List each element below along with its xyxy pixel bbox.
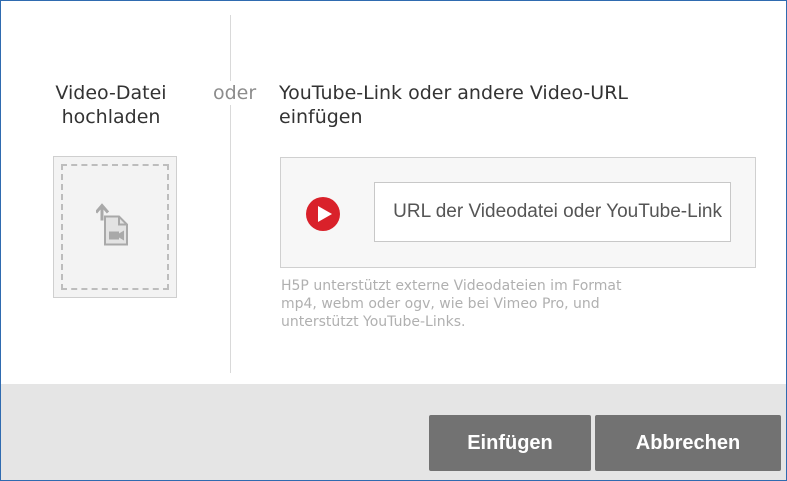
insert-button[interactable]: Einfügen xyxy=(429,415,591,471)
upload-section: Video-Datei hochladen xyxy=(31,81,191,298)
upload-title-line2: hochladen xyxy=(61,106,161,128)
or-label: oder xyxy=(213,81,261,105)
video-url-input[interactable] xyxy=(374,182,731,242)
video-dialog: Video-Datei hochladen oder YouTube-Link … xyxy=(0,0,787,481)
help-text: H5P unterstützt externe Videodateien im … xyxy=(281,278,622,330)
upload-dashed-border xyxy=(61,164,169,290)
url-title-line2: einfügen xyxy=(279,106,363,128)
url-input-panel xyxy=(280,157,756,268)
url-title-line1: YouTube-Link oder andere Video-URL xyxy=(279,82,628,104)
url-section-title: YouTube-Link oder andere Video-URL einfü… xyxy=(279,81,628,129)
dialog-footer: Einfügen Abbrechen xyxy=(1,384,786,480)
vertical-divider xyxy=(230,15,231,373)
cancel-button[interactable]: Abbrechen xyxy=(595,415,781,471)
play-icon xyxy=(305,196,341,237)
upload-dropzone[interactable] xyxy=(53,156,177,298)
upload-title: Video-Datei hochladen xyxy=(31,81,191,129)
file-upload-video-icon xyxy=(94,203,134,252)
upload-title-line1: Video-Datei xyxy=(55,82,167,104)
